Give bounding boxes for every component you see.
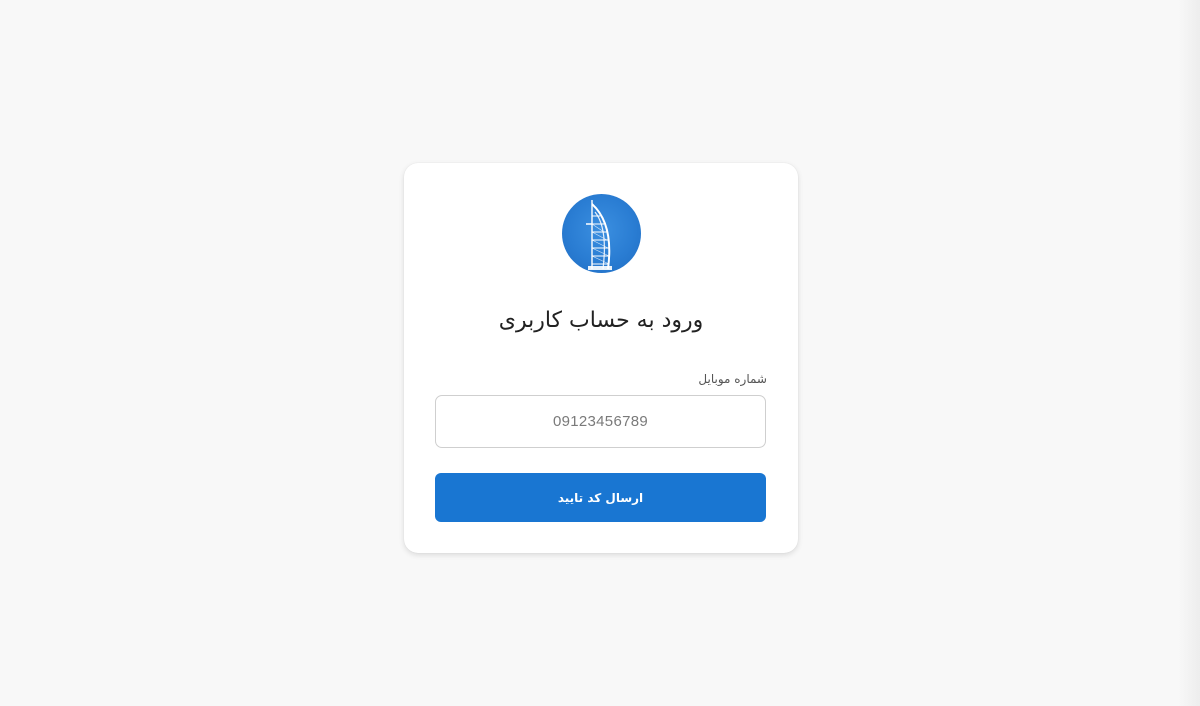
page-title: ورود به حساب کاربری — [498, 308, 704, 333]
send-code-button[interactable]: ارسال کد تایید — [435, 473, 766, 522]
page-edge-shadow — [1178, 0, 1200, 706]
phone-field-label: شماره موبایل — [698, 372, 767, 386]
login-card: ورود به حساب کاربری شماره موبایل ارسال ک… — [404, 163, 798, 553]
burj-al-arab-logo-icon — [562, 194, 641, 273]
phone-input[interactable] — [435, 395, 766, 448]
